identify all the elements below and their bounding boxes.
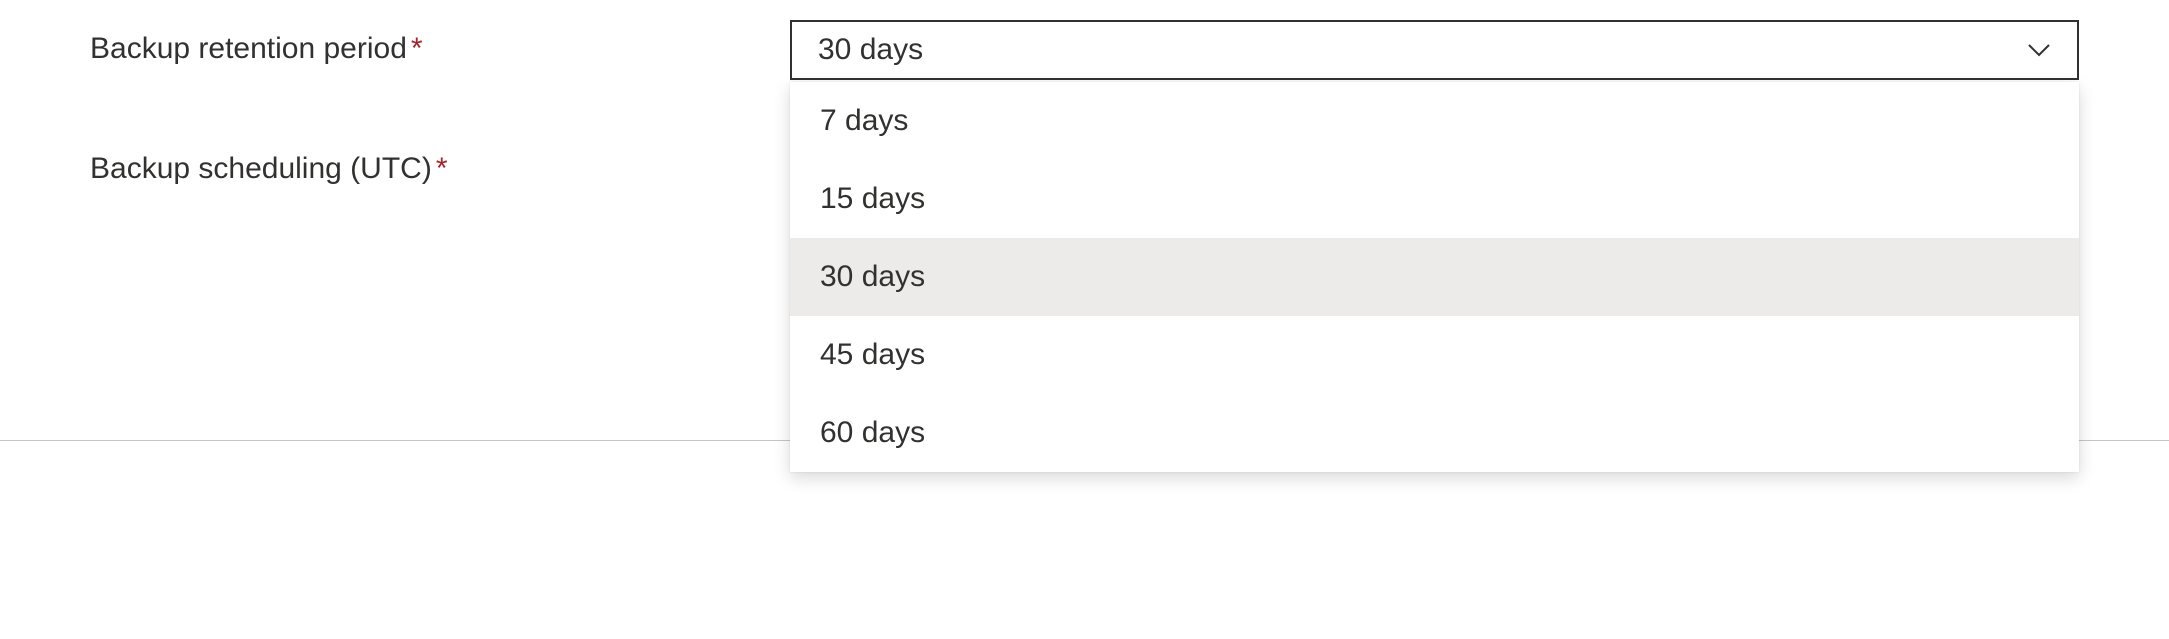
chevron-down-icon — [2027, 38, 2051, 62]
backup-retention-label: Backup retention period* — [90, 20, 790, 66]
dropdown-option-45-days[interactable]: 45 days — [790, 316, 2079, 394]
required-asterisk: * — [436, 152, 448, 185]
required-asterisk: * — [411, 32, 423, 65]
backup-retention-dropdown-list: 7 days 15 days 30 days 45 days 60 days — [790, 82, 2079, 472]
backup-retention-row: Backup retention period* 30 days 7 days … — [90, 20, 2079, 80]
dropdown-option-30-days[interactable]: 30 days — [790, 238, 2079, 316]
label-text: Backup scheduling (UTC) — [90, 152, 432, 185]
dropdown-option-60-days[interactable]: 60 days — [790, 394, 2079, 472]
dropdown-option-15-days[interactable]: 15 days — [790, 160, 2079, 238]
backup-retention-dropdown-wrapper: 30 days 7 days 15 days 30 days 45 days 6… — [790, 20, 2079, 80]
form-container: Backup retention period* 30 days 7 days … — [0, 0, 2169, 186]
dropdown-selected-value: 30 days — [818, 33, 923, 67]
label-text: Backup retention period — [90, 32, 407, 65]
dropdown-option-7-days[interactable]: 7 days — [790, 82, 2079, 160]
backup-retention-dropdown[interactable]: 30 days — [790, 20, 2079, 80]
backup-scheduling-label: Backup scheduling (UTC)* — [90, 140, 790, 186]
